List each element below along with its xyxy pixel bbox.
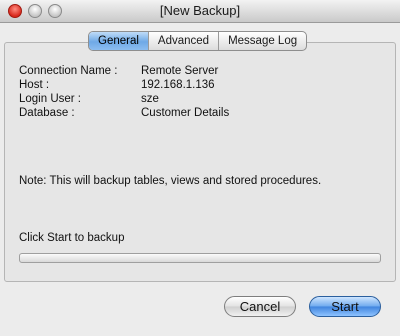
tab-advanced[interactable]: Advanced <box>147 32 218 50</box>
start-button[interactable]: Start <box>309 296 381 317</box>
tab-message-log[interactable]: Message Log <box>218 32 306 50</box>
detail-row-database: Database : Customer Details <box>19 106 229 120</box>
status-text: Click Start to backup <box>19 232 125 244</box>
connection-details: Connection Name : Remote Server Host : 1… <box>19 64 229 120</box>
tab-general[interactable]: General <box>89 32 148 50</box>
detail-row-login-user: Login User : sze <box>19 92 229 106</box>
tab-bar: General Advanced Message Log <box>88 31 308 51</box>
window-title: [New Backup] <box>159 3 241 18</box>
detail-value: Remote Server <box>141 65 219 77</box>
detail-row-connection-name: Connection Name : Remote Server <box>19 64 229 78</box>
backup-window: [New Backup] General Advanced Message Lo… <box>0 0 400 336</box>
detail-row-host: Host : 192.168.1.136 <box>19 78 229 92</box>
progress-bar <box>19 253 381 263</box>
detail-label: Host : <box>19 79 50 91</box>
detail-value: 192.168.1.136 <box>141 79 215 91</box>
detail-label: Login User : <box>19 93 82 105</box>
detail-label: Connection Name : <box>19 65 118 77</box>
detail-value: Customer Details <box>141 107 230 119</box>
detail-value: sze <box>141 93 159 105</box>
detail-label: Database : <box>19 107 75 119</box>
backup-note: Note: This will backup tables, views and… <box>19 175 322 187</box>
title-bar[interactable]: [New Backup] <box>0 0 400 23</box>
cancel-button[interactable]: Cancel <box>224 296 296 317</box>
